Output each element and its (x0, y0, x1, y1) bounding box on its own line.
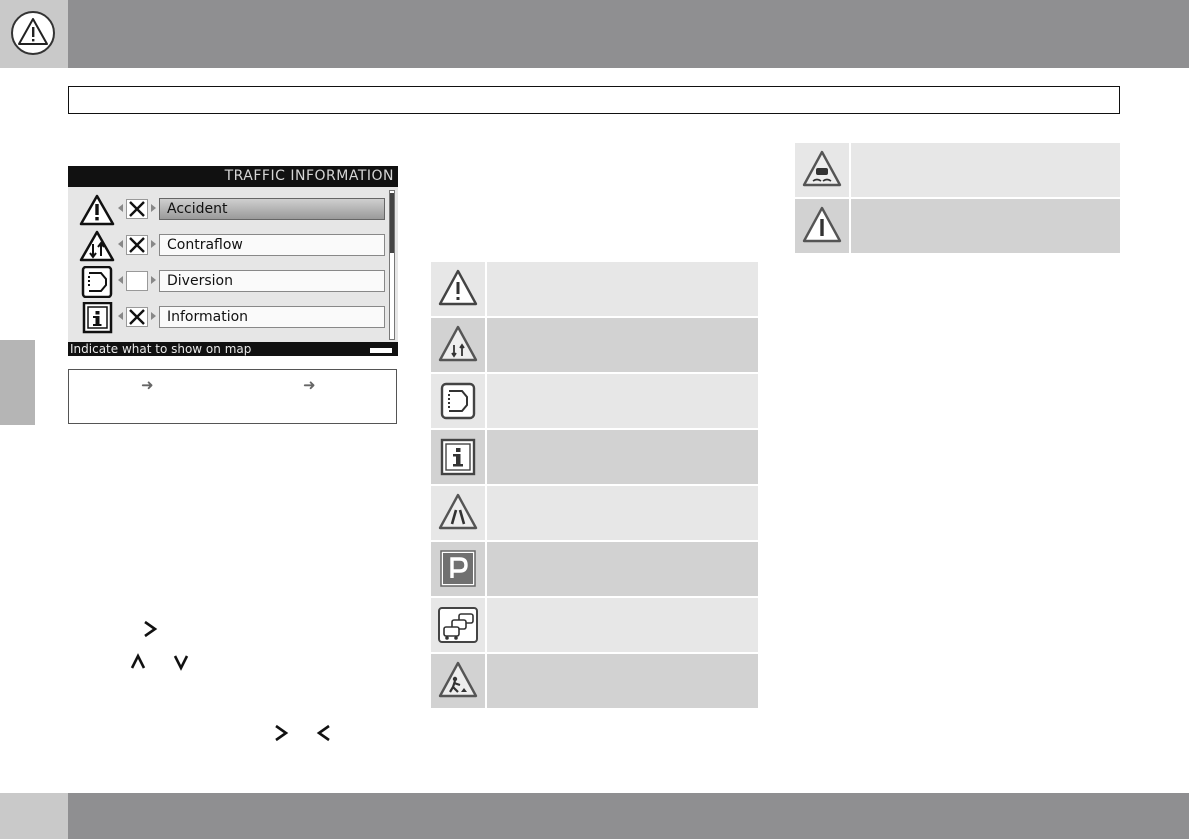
accident-warning-icon (438, 269, 478, 306)
symbol-row (431, 374, 758, 428)
danger-warning-icon (802, 206, 842, 243)
path-arrow-icon: ➜ (303, 377, 316, 394)
contraflow-icon (79, 230, 115, 262)
symbol-row (431, 318, 758, 372)
accident-checkbox[interactable] (126, 199, 148, 219)
up-key-icon (130, 653, 146, 669)
menu-item-label: Accident (159, 198, 385, 220)
information-icon (82, 302, 113, 334)
section-title-box (68, 86, 1120, 114)
arrow-right-icon (151, 240, 156, 248)
footer-band (68, 793, 1189, 839)
menu-item-label: Contraflow (159, 234, 385, 256)
information-checkbox[interactable] (126, 307, 148, 327)
menu-item-label: Diversion (159, 270, 385, 292)
checkmark-x-icon (129, 237, 145, 253)
symbol-row (431, 430, 758, 484)
symbol-row (431, 486, 758, 540)
accident-warning-icon (79, 194, 115, 226)
arrow-left-icon (118, 276, 123, 284)
arrow-right-icon (151, 276, 156, 284)
screen-scrollbar[interactable] (389, 190, 395, 340)
right-key-icon (144, 620, 158, 638)
left-key-icon (316, 724, 330, 742)
arrow-right-icon (151, 204, 156, 212)
contraflow-icon (438, 325, 478, 362)
checkmark-x-icon (129, 201, 145, 217)
roadworks-icon (438, 661, 478, 698)
menu-item-diversion[interactable]: Diversion (68, 265, 388, 299)
footer-corner (0, 793, 68, 839)
contraflow-checkbox[interactable] (126, 235, 148, 255)
symbol-row (431, 598, 758, 652)
diversion-icon (81, 266, 113, 298)
traffic-queue-icon (438, 607, 478, 643)
arrow-left-icon (118, 312, 123, 320)
right-key-icon (275, 724, 289, 742)
scrollbar-thumb[interactable] (390, 193, 394, 253)
screen-status-text: Indicate what to show on map (70, 342, 252, 356)
warning-chapter-icon (11, 11, 55, 55)
menu-item-information[interactable]: Information (68, 301, 388, 335)
traffic-symbol-table (431, 262, 758, 712)
header-band (68, 0, 1189, 68)
menu-item-contraflow[interactable]: Contraflow (68, 229, 388, 263)
menu-item-accident[interactable]: Accident (68, 193, 388, 227)
screen-menu: Accident Contraflow Diversion Informatio… (68, 187, 398, 342)
road-narrows-icon (438, 493, 478, 530)
navigation-screen: TRAFFIC INFORMATION Accident Contraflow … (68, 166, 398, 356)
down-key-icon (173, 655, 189, 671)
path-arrow-icon: ➜ (141, 377, 154, 394)
parking-icon (440, 550, 476, 587)
screen-title: TRAFFIC INFORMATION (224, 168, 394, 184)
arrow-left-icon (118, 204, 123, 212)
menu-item-label: Information (159, 306, 385, 328)
symbol-row (795, 143, 1120, 197)
status-indicator (370, 348, 392, 353)
diversion-checkbox[interactable] (126, 271, 148, 291)
checkmark-x-icon (129, 309, 145, 325)
arrow-right-icon (151, 312, 156, 320)
diversion-icon (440, 382, 476, 420)
information-icon (440, 438, 476, 476)
symbol-row (431, 262, 758, 316)
symbol-row (431, 654, 758, 708)
menu-path-box: ➜ ➜ (68, 369, 397, 424)
symbol-row (795, 199, 1120, 253)
symbol-row (431, 542, 758, 596)
slippery-road-icon (802, 150, 842, 187)
arrow-left-icon (118, 240, 123, 248)
chapter-side-tab (0, 340, 35, 425)
traffic-symbol-table-continued (795, 143, 1120, 253)
